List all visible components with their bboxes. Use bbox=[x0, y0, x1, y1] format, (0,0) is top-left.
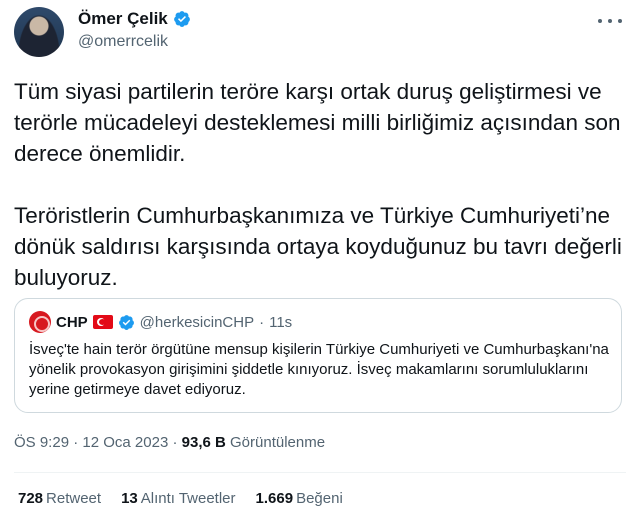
tweet-meta: ÖS 9:29 · 12 Oca 2023 · 93,6 B Görüntüle… bbox=[14, 434, 325, 451]
separator-dot: · bbox=[259, 313, 265, 331]
separator-dot: · bbox=[73, 434, 79, 451]
quoted-author-name: CHP bbox=[56, 313, 88, 331]
likes-label: Beğeni bbox=[296, 490, 343, 507]
views-count: 93,6 B bbox=[181, 434, 226, 451]
tweet-card: Ömer Çelik @omerrcelik Tüm siyasi partil… bbox=[0, 0, 640, 524]
more-dot bbox=[598, 19, 602, 23]
author-handle[interactable]: @omerrcelik bbox=[78, 33, 191, 51]
more-options-icon[interactable] bbox=[598, 12, 622, 30]
quote-tweets-stat[interactable]: 13 Alıntı Tweetler bbox=[121, 490, 235, 507]
quoted-tweet-time[interactable]: 11s bbox=[269, 314, 292, 331]
turkey-flag-icon bbox=[92, 315, 113, 329]
separator-dot: · bbox=[172, 434, 178, 451]
author-info: Ömer Çelik @omerrcelik bbox=[78, 9, 191, 51]
retweets-label: Retweet bbox=[46, 490, 102, 507]
quoted-tweet-text: İsveç'te hain terör örgütüne mensup kişi… bbox=[29, 341, 609, 398]
divider bbox=[14, 472, 626, 473]
retweets-count: 728 bbox=[18, 490, 44, 507]
more-dot bbox=[608, 19, 612, 23]
author-avatar[interactable] bbox=[14, 7, 64, 57]
tweet-time[interactable]: ÖS 9:29 bbox=[14, 434, 69, 451]
tweet-paragraph-1: Tüm siyasi partilerin teröre karşı ortak… bbox=[14, 79, 621, 166]
likes-count: 1.669 bbox=[255, 490, 294, 507]
author-name-row: Ömer Çelik bbox=[78, 9, 191, 29]
verified-badge-icon bbox=[173, 11, 190, 27]
quoted-tweet-header: CHP @herkesicinCHP · 11s bbox=[29, 311, 292, 333]
author-name[interactable]: Ömer Çelik bbox=[78, 9, 168, 29]
quoted-author-avatar bbox=[29, 311, 51, 333]
quote-tweets-label: Alıntı Tweetler bbox=[140, 490, 236, 507]
quoted-tweet[interactable]: CHP @herkesicinCHP · 11s İsveç'te hain t… bbox=[14, 298, 622, 413]
engagement-stats: 728 Retweet 13 Alıntı Tweetler 1.669 Beğeni bbox=[18, 490, 343, 507]
tweet-date[interactable]: 12 Oca 2023 bbox=[82, 434, 168, 451]
views-label: Görüntülenme bbox=[230, 434, 326, 451]
tweet-paragraph-2: Teröristlerin Cumhurbaşkanımıza ve Türki… bbox=[14, 203, 622, 290]
quote-tweets-count: 13 bbox=[121, 490, 138, 507]
likes-stat[interactable]: 1.669 Beğeni bbox=[256, 490, 343, 507]
more-dot bbox=[618, 19, 622, 23]
retweets-stat[interactable]: 728 Retweet bbox=[18, 490, 101, 507]
tweet-text: Tüm siyasi partilerin teröre karşı ortak… bbox=[14, 76, 626, 293]
verified-badge-icon bbox=[118, 314, 134, 330]
quoted-author-handle: @herkesicinCHP bbox=[139, 313, 255, 331]
